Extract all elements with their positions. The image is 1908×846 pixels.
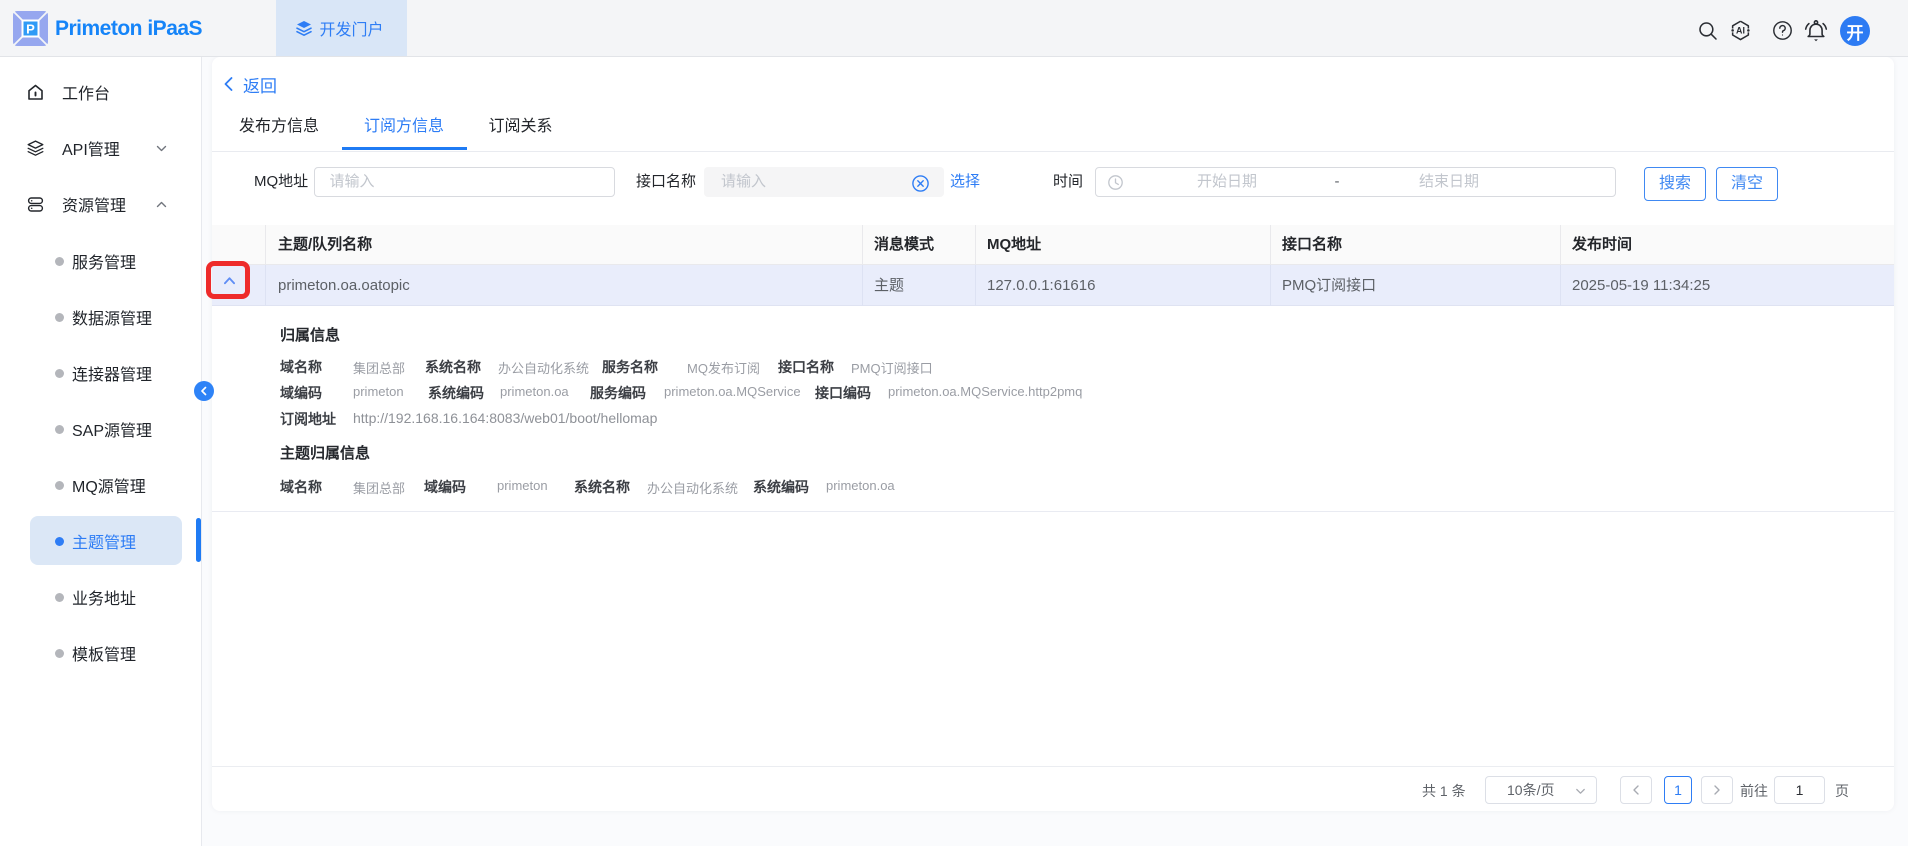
svg-text:P: P — [26, 22, 35, 37]
svg-text:AI: AI — [1736, 26, 1745, 36]
